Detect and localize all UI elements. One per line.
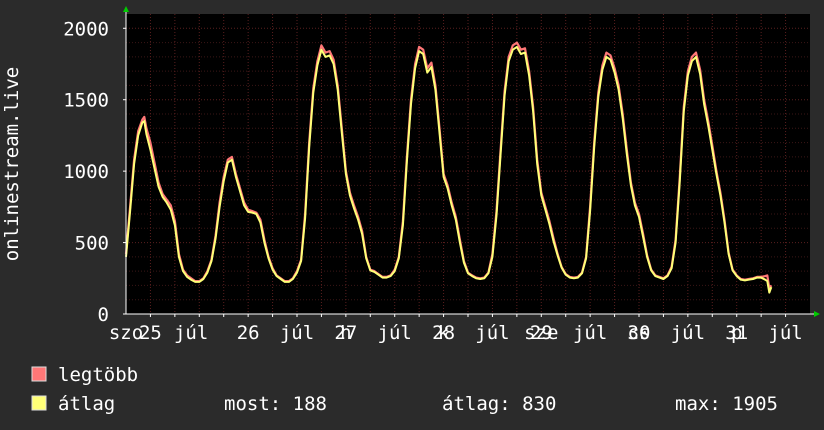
stat-average: átlag: 830 <box>442 393 556 415</box>
stat-current: most: 188 <box>224 393 327 415</box>
legend-label-legtobb: legtöbb <box>58 364 138 386</box>
y-tick-label: 500 <box>75 233 109 255</box>
y-tick-label: 1000 <box>63 161 109 183</box>
y-tick-label: 2000 <box>63 18 109 40</box>
x-tick-label: júl <box>280 322 314 344</box>
x-tick-label: 29 <box>530 322 553 344</box>
x-tick-label: júl <box>378 322 412 344</box>
y-tick-label: 1500 <box>63 90 109 112</box>
y-axis-label: onlinestream.live <box>1 67 23 261</box>
stat-max: max: 1905 <box>675 393 778 415</box>
x-tick-label: 28 <box>432 322 455 344</box>
x-tick-label: 27 <box>334 322 357 344</box>
x-tick-label: júl <box>475 322 509 344</box>
x-tick-label: 30 <box>628 322 651 344</box>
x-tick-label: júl <box>174 322 208 344</box>
legend-swatch-atlag <box>31 395 47 411</box>
legend-swatch-legtobb <box>31 366 47 382</box>
x-tick-label: júl <box>768 322 802 344</box>
chart: 0500100015002000 szo25 júl 26 júl h27 júl k28 j… <box>0 0 824 430</box>
x-tick-label: 25 <box>139 322 162 344</box>
x-tick-label: 31 <box>725 322 748 344</box>
legend-label-atlag: átlag <box>58 393 115 415</box>
x-tick-label: júl <box>573 322 607 344</box>
x-tick-label: júl <box>671 322 705 344</box>
y-tick-label: 0 <box>98 304 109 326</box>
x-tick-label: 26 <box>237 322 260 344</box>
